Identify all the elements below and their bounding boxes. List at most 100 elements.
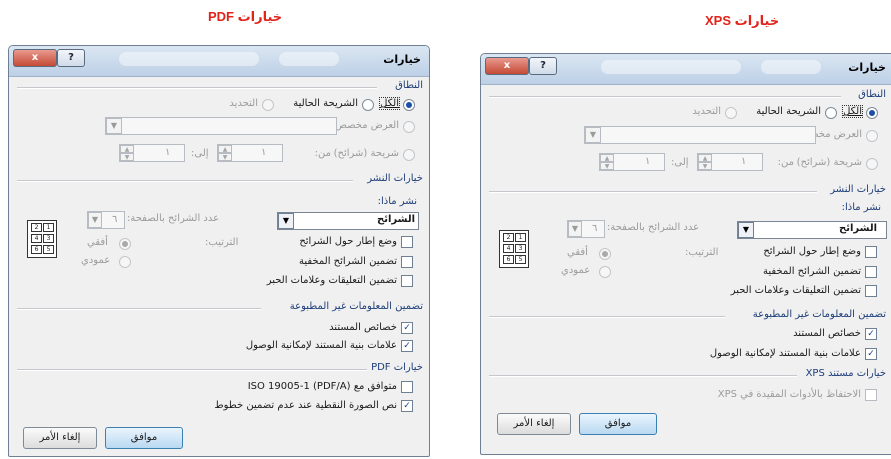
page-thumb: 4 [503, 244, 514, 253]
pdf-a-checkbox[interactable] [401, 381, 413, 393]
order-label: الترتيب: [205, 237, 239, 248]
custom-show-dropdown-arrow[interactable]: ▼ [585, 127, 601, 143]
hidden-slides-label: تضمين الشرائح المخفية [298, 256, 397, 267]
page-layout-preview: 2 1 4 3 6 5 [27, 220, 57, 258]
hidden-slides-checkbox[interactable] [865, 266, 877, 278]
to-label: إلى: [191, 148, 209, 159]
current-slide-radio[interactable] [362, 99, 374, 111]
range-all-radio[interactable] [866, 107, 878, 119]
from-up-icon[interactable]: ▲ [698, 154, 712, 162]
per-page-label: عدد الشرائح بالصفحة: [607, 222, 700, 233]
slides-radio[interactable] [866, 158, 878, 170]
from-up-icon[interactable]: ▲ [218, 145, 232, 153]
range-heading: النطاق [395, 80, 423, 91]
per-page-arrow[interactable]: ▼ [88, 212, 102, 228]
to-down-icon[interactable]: ▼ [600, 162, 614, 170]
current-slide-radio[interactable] [825, 107, 837, 119]
horizontal-radio[interactable] [119, 238, 131, 250]
to-value: ١ [165, 147, 171, 158]
nonprint-heading: تضمين المعلومات غير المطبوعة [289, 301, 423, 312]
page-thumb: 3 [43, 234, 54, 243]
per-page-label: عدد الشرائح بالصفحة: [127, 213, 220, 224]
from-down-icon[interactable]: ▼ [698, 162, 712, 170]
horizontal-label: أفقي [567, 247, 588, 258]
horizontal-label: أفقي [87, 237, 108, 248]
hidden-slides-checkbox[interactable] [401, 256, 413, 268]
vertical-label: عمودي [561, 265, 591, 276]
xps-options-heading: خيارات مستند XPS [805, 368, 886, 379]
cancel-button[interactable]: إلغاء الأمر [23, 427, 97, 449]
page-thumb: 6 [31, 245, 42, 254]
per-page-value: ٦ [592, 223, 598, 234]
pdf-a-label: متوافق مع ISO 19005-1 (PDF/A) [247, 381, 397, 392]
doc-props-checkbox[interactable]: ✓ [865, 328, 877, 340]
selection-radio[interactable] [725, 107, 737, 119]
struct-tags-checkbox[interactable]: ✓ [865, 348, 877, 360]
comments-ink-checkbox[interactable] [865, 285, 877, 297]
preserve-controls-checkbox[interactable] [865, 389, 877, 401]
range-all-radio[interactable] [403, 99, 415, 111]
frame-slides-checkbox[interactable] [865, 246, 877, 258]
frame-slides-checkbox[interactable] [401, 236, 413, 248]
to-down-icon[interactable]: ▼ [120, 153, 134, 161]
cancel-button[interactable]: إلغاء الأمر [497, 413, 571, 435]
vertical-radio[interactable] [119, 256, 131, 268]
page-layout-preview: 2 1 4 3 6 5 [499, 230, 529, 268]
doc-props-checkbox[interactable]: ✓ [401, 322, 413, 334]
custom-show-dropdown[interactable] [584, 126, 816, 144]
bitmap-text-label: نص الصورة النقطية عند عدم تضمين خطوط [214, 400, 397, 411]
close-button[interactable]: x [485, 57, 529, 75]
publish-what-label: نشر ماذا: [377, 196, 417, 207]
from-value: ١ [261, 147, 267, 158]
close-button[interactable]: x [13, 49, 57, 67]
comments-ink-label: تضمين التعليقات وعلامات الحبر [730, 285, 861, 296]
help-button[interactable]: ? [529, 57, 557, 75]
custom-show-dropdown[interactable] [105, 117, 337, 135]
selection-radio[interactable] [262, 99, 274, 111]
publish-heading: خيارات النشر [830, 184, 886, 195]
bitmap-text-checkbox[interactable]: ✓ [401, 400, 413, 412]
comments-ink-checkbox[interactable] [401, 275, 413, 287]
slides-radio[interactable] [403, 149, 415, 161]
publish-what-label: نشر ماذا: [841, 202, 881, 213]
custom-show-dropdown-arrow[interactable]: ▼ [106, 118, 122, 134]
ok-button[interactable]: موافق [105, 427, 183, 449]
to-up-icon[interactable]: ▲ [120, 145, 134, 153]
xps-options-caption: خيارات XPS [705, 13, 780, 28]
help-button[interactable]: ? [57, 49, 85, 67]
publish-what-value: الشرائح [839, 223, 877, 234]
page-thumb: 2 [503, 233, 514, 242]
preserve-controls-label: الاحتفاظ بالأدوات المقيدة في XPS [717, 389, 861, 400]
struct-tags-label: علامات بنية المستند لإمكانية الوصول [245, 340, 397, 351]
horizontal-radio[interactable] [599, 248, 611, 260]
struct-tags-checkbox[interactable]: ✓ [401, 340, 413, 352]
slides-label: شريحة (شرائح) [796, 157, 862, 168]
frame-slides-label: وضع إطار حول الشرائح [763, 246, 861, 257]
ok-button[interactable]: موافق [579, 413, 657, 435]
help-icon: ? [540, 60, 546, 71]
page-thumb: 1 [43, 223, 54, 232]
custom-show-radio[interactable] [866, 130, 878, 142]
current-slide-label: الشريحة الحالية [756, 106, 821, 117]
dialog-title: خيارات [383, 53, 421, 66]
custom-show-radio[interactable] [403, 121, 415, 133]
per-page-arrow[interactable]: ▼ [568, 221, 582, 237]
frame-slides-label: وضع إطار حول الشرائح [299, 236, 397, 247]
to-up-icon[interactable]: ▲ [600, 154, 614, 162]
close-icon: x [503, 60, 511, 71]
title-bar: x ? خيارات [481, 54, 891, 85]
hidden-slides-label: تضمين الشرائح المخفية [762, 266, 861, 277]
pdf-options-caption: خيارات PDF [208, 9, 283, 24]
vertical-radio[interactable] [599, 266, 611, 278]
to-label: إلى: [671, 157, 689, 168]
from-down-icon[interactable]: ▼ [218, 153, 232, 161]
order-label: الترتيب: [685, 247, 719, 258]
selection-label: التحديد [692, 106, 721, 117]
to-value: ١ [645, 156, 651, 167]
dialog-title: خيارات [848, 61, 886, 74]
publish-what-arrow[interactable]: ▼ [278, 213, 294, 229]
pdf-options-dialog: x ? خيارات النطاق الكل الشريحة الحالية ا… [8, 45, 430, 457]
page-thumb: 2 [31, 223, 42, 232]
publish-what-arrow[interactable]: ▼ [738, 222, 754, 238]
range-heading: النطاق [858, 89, 886, 100]
